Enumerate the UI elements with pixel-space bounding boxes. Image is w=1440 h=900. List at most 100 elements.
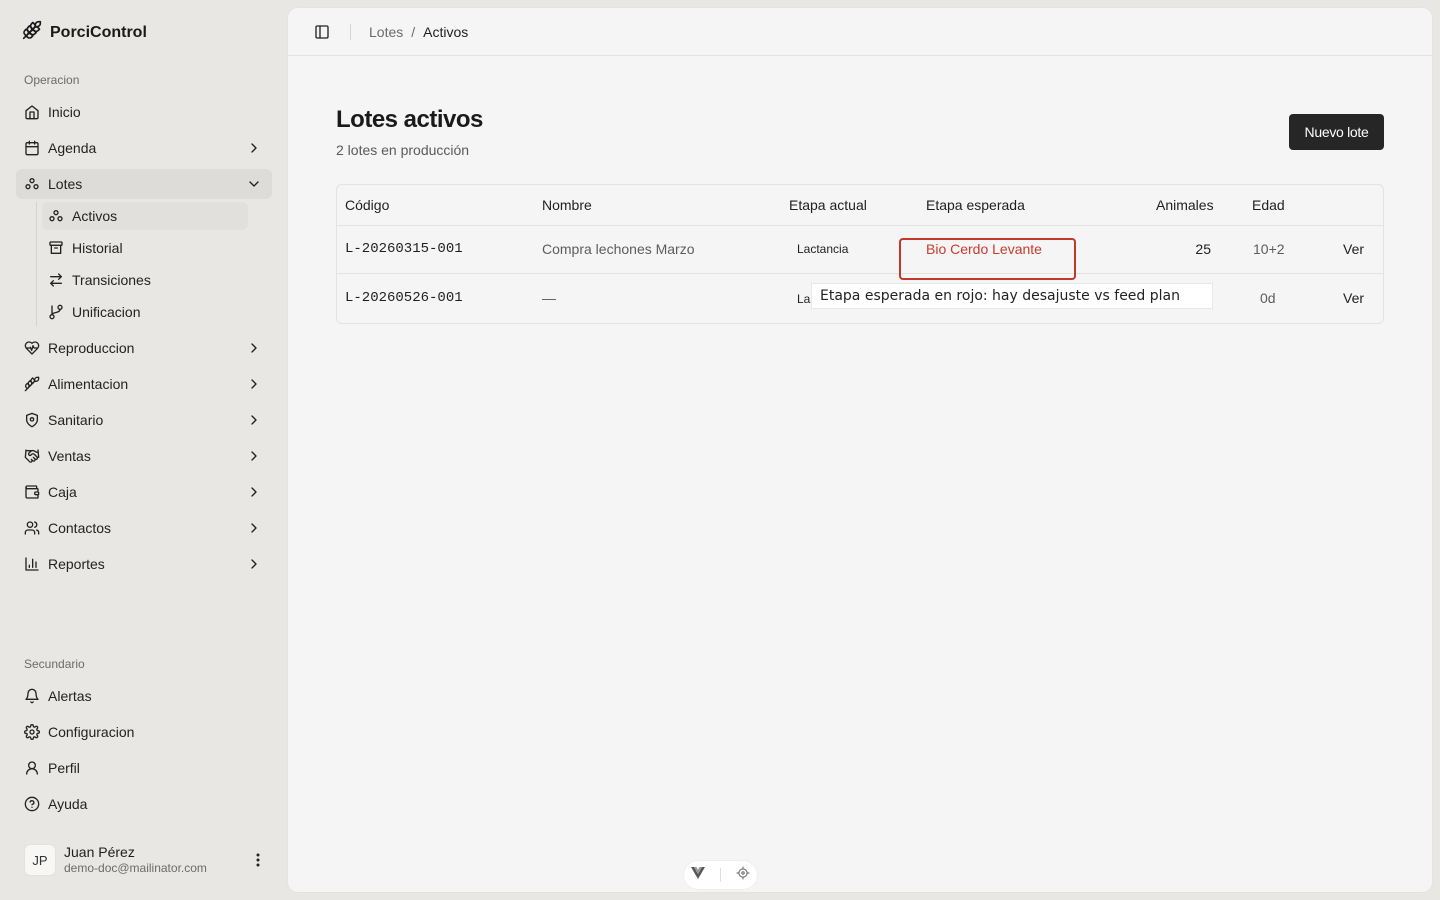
sidebar-subitem-unificacion[interactable]: Unificacion: [42, 298, 248, 326]
sidebar-item-label: Perfil: [48, 760, 80, 776]
column-header-animales[interactable]: Animales: [1156, 197, 1214, 213]
column-header-edad[interactable]: Edad: [1252, 197, 1285, 213]
sidebar-item-lotes[interactable]: Lotes: [16, 169, 272, 199]
user-icon: [24, 760, 40, 776]
handshake-icon: [24, 448, 40, 464]
sidebar-subitem-activos[interactable]: Activos: [42, 202, 248, 230]
cell-nombre: Compra lechones Marzo: [542, 241, 695, 257]
topbar-divider: [350, 23, 351, 40]
cell-etapa-actual: La: [797, 292, 811, 306]
sidebar-item-perfil[interactable]: Perfil: [16, 753, 272, 783]
help-circle-icon: [24, 796, 40, 812]
archive-icon: [48, 240, 64, 256]
sidebar-subitem-transiciones[interactable]: Transiciones: [42, 266, 248, 294]
new-lote-button[interactable]: Nuevo lote: [1289, 114, 1384, 150]
column-header-etapa-esperada[interactable]: Etapa esperada: [926, 197, 1025, 213]
vue-logo-icon[interactable]: [691, 866, 706, 884]
more-vertical-icon[interactable]: [250, 851, 266, 869]
sidebar: PorciControl Operacion Inicio Agenda Lot…: [0, 0, 288, 900]
gear-icon: [24, 724, 40, 740]
avatar: JP: [24, 844, 56, 876]
sidebar-item-label: Contactos: [48, 520, 112, 536]
sidebar-item-ventas[interactable]: Ventas: [16, 441, 272, 471]
page-title: Lotes activos: [336, 106, 483, 133]
wheat-logo-icon: [22, 20, 42, 45]
ver-link[interactable]: Ver: [1343, 290, 1364, 306]
sidebar-item-ayuda[interactable]: Ayuda: [16, 789, 272, 819]
submenu-guide-line: [36, 202, 37, 326]
sidebar-item-label: Ventas: [48, 448, 91, 464]
cell-etapa-actual: Lactancia: [797, 242, 849, 256]
sidebar-item-label: Configuracion: [48, 724, 135, 740]
sidebar-subitem-historial[interactable]: Historial: [42, 234, 248, 262]
brand[interactable]: PorciControl: [22, 20, 147, 45]
user-menu[interactable]: JP Juan Pérez demo-doc@mailinator.com: [24, 843, 274, 877]
cell-codigo: L-20260526-001: [345, 290, 463, 306]
sidebar-toggle-icon[interactable]: [314, 24, 330, 40]
heart-pulse-icon: [24, 340, 40, 356]
calendar-icon: [24, 140, 40, 156]
breadcrumb-link-lotes[interactable]: Lotes: [369, 24, 403, 40]
crosshair-icon[interactable]: [736, 866, 750, 885]
wheat-icon: [24, 376, 40, 392]
sidebar-item-caja[interactable]: Caja: [16, 477, 272, 507]
sidebar-item-label: Lotes: [48, 176, 83, 192]
sidebar-item-label: Reportes: [48, 556, 105, 572]
sidebar-item-inicio[interactable]: Inicio: [16, 97, 272, 127]
sidebar-item-label: Inicio: [48, 104, 81, 120]
main-panel: Lotes / Activos Lotes activos 2 lotes en…: [288, 8, 1432, 892]
chevron-right-icon: [251, 487, 257, 497]
sidebar-item-label: Caja: [48, 484, 77, 500]
chevron-right-icon: [251, 415, 257, 425]
wallet-icon: [24, 484, 40, 500]
chevron-right-icon: [251, 379, 257, 389]
cell-edad: 10+2: [1253, 241, 1285, 257]
column-header-codigo[interactable]: Código: [345, 197, 389, 213]
sidebar-item-label: Alimentacion: [48, 376, 129, 392]
route-icon: [48, 304, 64, 320]
column-header-etapa-actual[interactable]: Etapa actual: [789, 197, 867, 213]
mismatch-highlight-box: [899, 238, 1076, 280]
cell-nombre: —: [542, 290, 556, 306]
lotes-icon: [48, 208, 64, 224]
cell-codigo: L-20260315-001: [345, 241, 463, 257]
sidebar-item-alimentacion[interactable]: Alimentacion: [16, 369, 272, 399]
devtools-pill[interactable]: [684, 861, 757, 889]
sidebar-item-reportes[interactable]: Reportes: [16, 549, 272, 579]
sidebar-subitem-label: Unificacion: [72, 304, 141, 320]
breadcrumb-current: Activos: [423, 23, 469, 40]
table-header: Código Nombre Etapa actual Etapa esperad…: [337, 185, 1383, 226]
section-label-operacion: Operacion: [24, 73, 80, 87]
cell-animales: 25: [1195, 241, 1211, 257]
ver-link[interactable]: Ver: [1343, 241, 1364, 257]
bar-chart-icon: [24, 556, 40, 572]
column-header-nombre[interactable]: Nombre: [542, 197, 592, 213]
sidebar-subitem-label: Transiciones: [72, 272, 151, 288]
breadcrumb: Lotes / Activos: [369, 24, 468, 40]
chevron-right-icon: [251, 343, 257, 353]
sidebar-subitem-label: Activos: [72, 208, 118, 224]
lotes-icon: [24, 176, 40, 192]
sidebar-item-label: Reproduccion: [48, 340, 135, 356]
sidebar-item-configuracion[interactable]: Configuracion: [16, 717, 272, 747]
chevron-down-icon: [249, 181, 259, 187]
pill-divider: [719, 868, 721, 882]
sidebar-item-contactos[interactable]: Contactos: [16, 513, 272, 543]
cell-edad: 0d: [1260, 290, 1276, 306]
user-name: Juan Pérez: [64, 844, 135, 860]
sidebar-item-label: Sanitario: [48, 412, 104, 428]
sidebar-item-agenda[interactable]: Agenda: [16, 133, 272, 163]
sidebar-item-reproduccion[interactable]: Reproduccion: [16, 333, 272, 363]
sidebar-item-label: Agenda: [48, 140, 97, 156]
sidebar-item-sanitario[interactable]: Sanitario: [16, 405, 272, 435]
chevron-right-icon: [251, 143, 257, 153]
sidebar-item-alertas[interactable]: Alertas: [16, 681, 272, 711]
home-icon: [24, 104, 40, 120]
tooltip: Etapa esperada en rojo: hay desajuste vs…: [811, 283, 1213, 309]
sidebar-subitem-label: Historial: [72, 240, 123, 256]
table-row[interactable]: L-20260315-001 Compra lechones Marzo Lac…: [337, 226, 1383, 274]
chevron-right-icon: [251, 559, 257, 569]
sidebar-item-label: Alertas: [48, 688, 92, 704]
bell-icon: [24, 688, 40, 704]
sidebar-item-label: Ayuda: [48, 796, 88, 812]
